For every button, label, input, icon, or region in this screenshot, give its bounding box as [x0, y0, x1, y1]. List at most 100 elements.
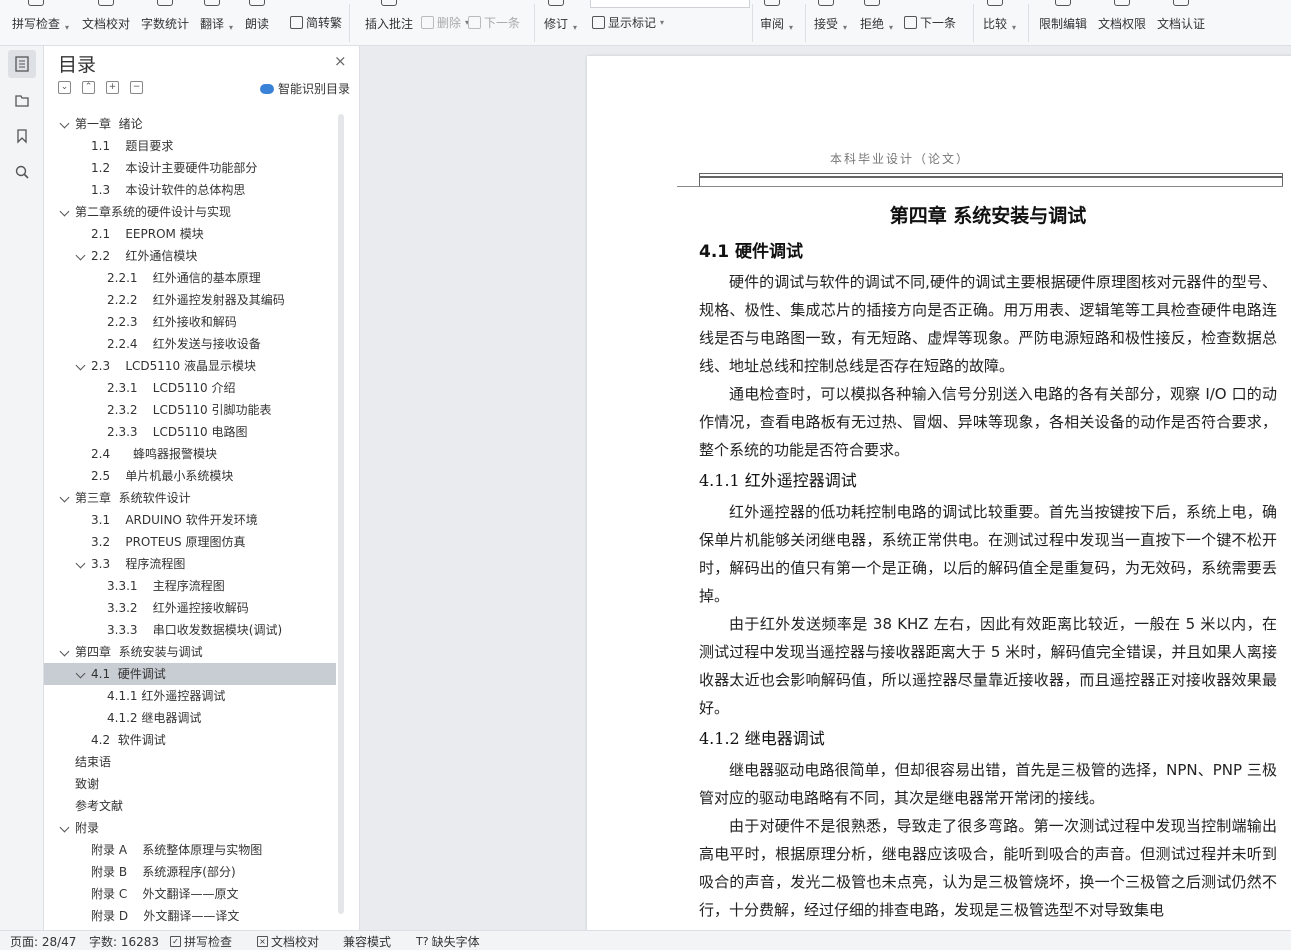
- chevron-down-icon[interactable]: [59, 118, 70, 129]
- toc-item[interactable]: 4.1 硬件调试: [44, 663, 336, 685]
- word-count-button[interactable]: 字数统计: [141, 0, 189, 44]
- toc-scrollbar[interactable]: [338, 114, 344, 914]
- toc-title: 目录: [58, 54, 97, 76]
- chapter-nav-button[interactable]: [8, 86, 36, 114]
- toc-item[interactable]: 2.5 单片机最小系统模块: [44, 465, 336, 487]
- toc-item[interactable]: 1.3 本设计软件的总体构思: [44, 179, 336, 201]
- search-button[interactable]: [8, 158, 36, 186]
- chevron-down-icon[interactable]: [59, 822, 70, 833]
- toc-item[interactable]: 3.3.1 主程序流程图: [44, 575, 336, 597]
- toc-item[interactable]: 2.4 蜂鸣器报警模块: [44, 443, 336, 465]
- toc-item[interactable]: 4.2 软件调试: [44, 729, 336, 751]
- smart-toc-button[interactable]: 智能识别目录: [260, 80, 350, 97]
- toc-item[interactable]: 附录 B 系统源程序(部分): [44, 861, 336, 883]
- toc-item[interactable]: 2.2.4 红外发送与接收设备: [44, 333, 336, 355]
- chevron-down-icon[interactable]: [59, 646, 70, 657]
- toc-item[interactable]: 4.1.2 继电器调试: [44, 707, 336, 729]
- toc-item[interactable]: 结束语: [44, 751, 336, 773]
- toc-item[interactable]: 4.1.1 红外遥控器调试: [44, 685, 336, 707]
- toc-item-label: 附录 B 系统源程序(部分): [91, 865, 236, 879]
- permission-icon: [1114, 0, 1130, 6]
- doc-proof-status[interactable]: × 文档校对: [257, 933, 319, 950]
- page-indicator[interactable]: 页面: 28/47: [10, 933, 76, 950]
- doc-certify-button[interactable]: 文档认证: [1157, 0, 1205, 44]
- reject-button[interactable]: 拒绝 ▾: [860, 0, 893, 44]
- chevron-down-icon[interactable]: [59, 492, 70, 503]
- toc-item[interactable]: 2.1 EEPROM 模块: [44, 223, 336, 245]
- chevron-down-icon[interactable]: [75, 360, 86, 371]
- add-heading-icon[interactable]: +: [106, 81, 119, 94]
- next-change-button[interactable]: 下一条: [904, 14, 956, 31]
- compat-mode-status[interactable]: 兼容模式: [343, 933, 391, 950]
- toc-item[interactable]: 第三章 系统软件设计: [44, 487, 336, 509]
- proof-box-icon: ×: [257, 936, 268, 947]
- side-icon-strip: [0, 46, 44, 930]
- close-icon[interactable]: ×: [334, 52, 347, 70]
- toc-item[interactable]: 2.2.1 红外通信的基本原理: [44, 267, 336, 289]
- toc-item[interactable]: 2.2.2 红外遥控发射器及其编码: [44, 289, 336, 311]
- toc-item[interactable]: 3.3 程序流程图: [44, 553, 336, 575]
- delete-comment-button[interactable]: 删除 ▾: [421, 14, 469, 31]
- toc-pane-button[interactable]: [8, 50, 36, 78]
- accept-button[interactable]: 接受 ▾: [814, 0, 847, 44]
- toc-item-label: 2.2.3 红外接收和解码: [107, 315, 237, 329]
- chevron-down-icon[interactable]: [59, 206, 70, 217]
- show-markup-button[interactable]: 显示标记 ▾: [592, 14, 664, 31]
- toc-item-label: 3.3.2 红外遥控接收解码: [107, 601, 249, 615]
- toc-item-label: 2.4 蜂鸣器报警模块: [91, 447, 217, 461]
- toc-item[interactable]: 2.3 LCD5110 液晶显示模块: [44, 355, 336, 377]
- convert-icon: [290, 16, 303, 29]
- reject-icon: [864, 0, 880, 6]
- toc-item[interactable]: 第四章 系统安装与调试: [44, 641, 336, 663]
- track-changes-button[interactable]: 修订 ▾: [544, 0, 577, 44]
- doc-permission-button[interactable]: 文档权限: [1098, 0, 1146, 44]
- review-button[interactable]: 审阅 ▾: [760, 0, 793, 44]
- document-body[interactable]: 第四章 系统安装与调试 4.1 硬件调试 硬件的调试与软件的调试不同,硬件的调试…: [699, 196, 1277, 924]
- chevron-down-icon[interactable]: [75, 250, 86, 261]
- translate-button[interactable]: 翻译 ▾: [200, 0, 233, 44]
- toc-item-label: 2.3.2 LCD5110 引脚功能表: [107, 403, 272, 417]
- simp-trad-button[interactable]: 简转繁: [290, 14, 342, 31]
- chevron-down-icon[interactable]: [75, 558, 86, 569]
- remove-heading-icon[interactable]: −: [130, 81, 143, 94]
- next-comment-button[interactable]: 下一条: [468, 14, 520, 31]
- toc-item[interactable]: 2.2.3 红外接收和解码: [44, 311, 336, 333]
- toc-item[interactable]: 2.2 红外通信模块: [44, 245, 336, 267]
- toc-item[interactable]: 3.3.3 串口收发数据模块(调试): [44, 619, 336, 641]
- toc-item[interactable]: 参考文献: [44, 795, 336, 817]
- expand-all-icon[interactable]: ⌄: [58, 81, 71, 94]
- restrict-edit-button[interactable]: 限制编辑: [1039, 0, 1087, 44]
- compare-button[interactable]: 比较 ▾: [983, 0, 1016, 44]
- toc-item-label: 4.1.2 继电器调试: [107, 711, 202, 725]
- toc-item[interactable]: 附录: [44, 817, 336, 839]
- toc-item-label: 2.1 EEPROM 模块: [91, 227, 204, 241]
- toc-item[interactable]: 附录 D 外文翻译——译文: [44, 905, 336, 923]
- markup-mode-select[interactable]: [590, 0, 750, 8]
- read-aloud-button[interactable]: 朗读: [245, 0, 269, 44]
- toc-item[interactable]: 致谢: [44, 773, 336, 795]
- toc-item[interactable]: 3.3.2 红外遥控接收解码: [44, 597, 336, 619]
- spell-check-status[interactable]: ✓ 拼写检查: [170, 933, 232, 950]
- subsection-heading: 4.1.1 红外遥控器调试: [699, 471, 857, 490]
- chevron-down-icon[interactable]: [75, 668, 86, 679]
- collapse-all-icon[interactable]: ⌃: [82, 81, 95, 94]
- toc-item[interactable]: 1.2 本设计主要硬件功能部分: [44, 157, 336, 179]
- word-count-indicator[interactable]: 字数: 16283: [89, 933, 159, 950]
- toc-item[interactable]: 1.1 题目要求: [44, 135, 336, 157]
- section-heading: 4.1 硬件调试: [699, 242, 804, 262]
- toc-item[interactable]: 2.3.2 LCD5110 引脚功能表: [44, 399, 336, 421]
- bookmark-button[interactable]: [8, 122, 36, 150]
- missing-font-status[interactable]: T? 缺失字体: [416, 933, 480, 950]
- toc-item[interactable]: 附录 C 外文翻译——原文: [44, 883, 336, 905]
- toc-item[interactable]: 2.3.3 LCD5110 电路图: [44, 421, 336, 443]
- toc-item[interactable]: 第一章 绪论: [44, 113, 336, 135]
- toc-item[interactable]: 3.2 PROTEUS 原理图仿真: [44, 531, 336, 553]
- toc-item[interactable]: 2.3.1 LCD5110 介绍: [44, 377, 336, 399]
- toc-item[interactable]: 3.1 ARDUINO 软件开发环境: [44, 509, 336, 531]
- doc-proof-button[interactable]: 文档校对: [82, 0, 130, 44]
- toc-item[interactable]: 第二章系统的硬件设计与实现: [44, 201, 336, 223]
- toc-item-label: 参考文献: [75, 799, 124, 813]
- toc-item[interactable]: 附录 A 系统整体原理与实物图: [44, 839, 336, 861]
- spell-check-button[interactable]: 拼写检查 ▾: [12, 0, 69, 44]
- insert-comment-button[interactable]: 插入批注: [365, 0, 413, 44]
